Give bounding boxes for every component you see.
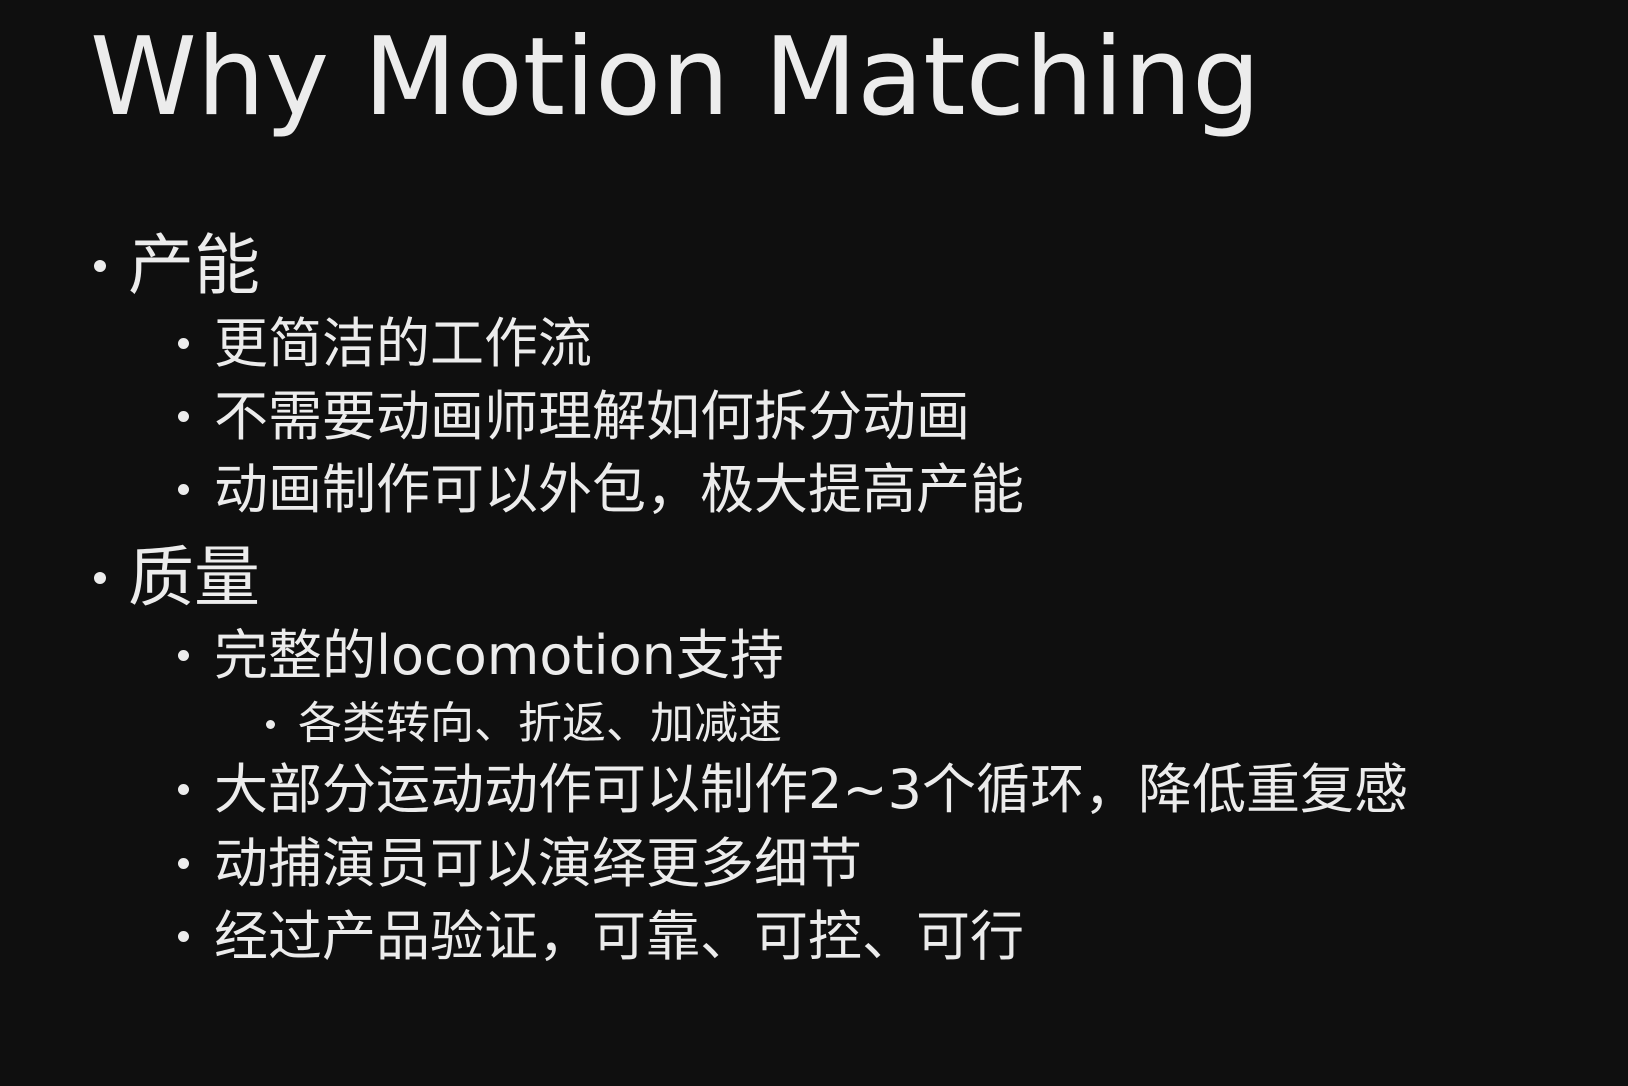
bullet-dot-icon [266, 720, 275, 729]
bullet-dot-icon [178, 484, 189, 495]
bullet-item-text: 更简洁的工作流 [214, 312, 592, 375]
bullet-section-productivity: 产能 [94, 227, 260, 304]
bullet-item-text: 动捕演员可以演绎更多细节 [214, 832, 862, 895]
bullet-dot-icon [178, 931, 189, 942]
sub-bullet-item: 各类转向、折返、加减速 [266, 698, 782, 750]
bullet-section-quality: 质量 [94, 539, 260, 616]
bullet-item-text: 不需要动画师理解如何拆分动画 [214, 385, 970, 448]
bullet-item-text: 经过产品验证，可靠、可控、可行 [214, 905, 1024, 968]
bullet-dot-icon [178, 650, 189, 661]
bullet-item-text: 完整的locomotion支持 [214, 624, 784, 687]
section-heading: 质量 [128, 539, 260, 616]
bullet-item: 更简洁的工作流 [178, 312, 592, 376]
bullet-dot-icon [178, 858, 189, 869]
bullet-dot-icon [94, 572, 106, 584]
bullet-item-text: 大部分运动动作可以制作2~3个循环，降低重复感 [214, 758, 1408, 821]
bullet-dot-icon [178, 338, 189, 349]
slide: Why Motion Matching 产能 更简洁的工作流 不需要动画师理解如… [0, 0, 1628, 1086]
bullet-item: 动捕演员可以演绎更多细节 [178, 832, 862, 896]
slide-title: Why Motion Matching [90, 15, 1261, 140]
bullet-item: 经过产品验证，可靠、可控、可行 [178, 905, 1024, 969]
bullet-item: 不需要动画师理解如何拆分动画 [178, 385, 970, 449]
bullet-item: 动画制作可以外包，极大提高产能 [178, 458, 1024, 522]
bullet-item-text: 动画制作可以外包，极大提高产能 [214, 458, 1024, 521]
bullet-item: 完整的locomotion支持 [178, 624, 784, 688]
bullet-dot-icon [94, 260, 106, 272]
sub-bullet-item-text: 各类转向、折返、加减速 [298, 698, 782, 749]
bullet-dot-icon [178, 784, 189, 795]
bullet-item: 大部分运动动作可以制作2~3个循环，降低重复感 [178, 758, 1408, 822]
bullet-dot-icon [178, 411, 189, 422]
section-heading: 产能 [128, 227, 260, 304]
